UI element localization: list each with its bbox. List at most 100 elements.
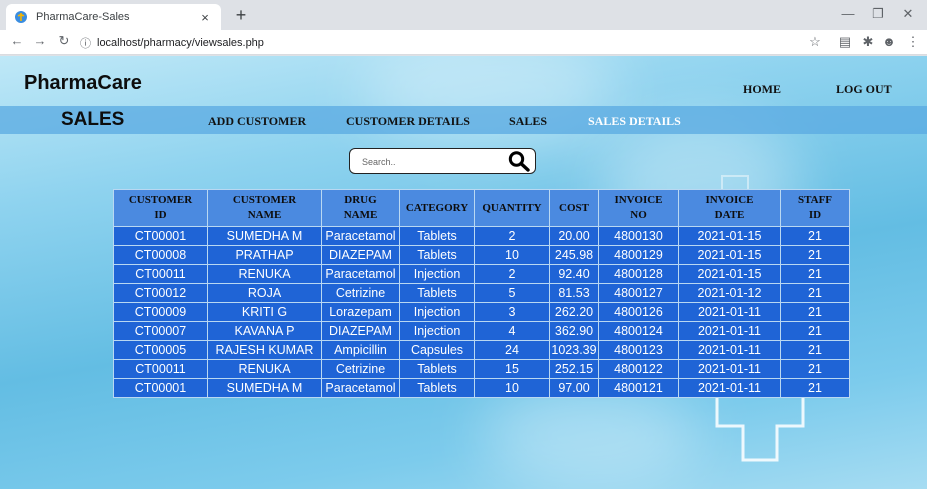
invoice-no-cell: 4800130	[598, 226, 679, 246]
invoice-date-cell: 2021-01-11	[678, 302, 781, 322]
puzzle-icon[interactable]: ✱	[859, 34, 877, 50]
table-row: CT00005 RAJESH KUMAR Ampicillin Capsules 24 1…	[113, 340, 850, 360]
background-glow	[480, 386, 700, 486]
customer-name-cell: KRITI G	[207, 302, 322, 322]
invoice-date-cell: 2021-01-11	[678, 340, 781, 360]
table-header-row: CUSTOMER ID CUSTOMER NAME DRUG NAME CATEGOR…	[113, 189, 850, 227]
search-button[interactable]	[507, 150, 531, 172]
customer-id-cell: CT00001	[113, 378, 208, 398]
browser-tab[interactable]: PharmaCare-Sales ×	[6, 4, 221, 30]
invoice-date-cell: 2021-01-15	[678, 226, 781, 246]
pharmacy-favicon-icon	[14, 10, 28, 24]
customer-id-cell: CT00001	[113, 226, 208, 246]
new-tab-button[interactable]: +	[229, 4, 253, 26]
info-icon[interactable]: ⓘ	[80, 35, 91, 51]
page-content: PharmaCare HOME LOG OUT SALES ADD CUSTOM…	[0, 56, 927, 489]
drug-name-cell: Cetrizine	[321, 283, 400, 303]
url-text[interactable]: localhost/pharmacy/viewsales.php	[97, 37, 264, 49]
quantity-cell: 2	[474, 226, 550, 246]
invoice-date-cell: 2021-01-15	[678, 264, 781, 284]
staff-id-cell: 21	[780, 378, 850, 398]
customer-id-cell: CT00011	[113, 264, 208, 284]
tab-close-icon[interactable]: ×	[197, 10, 213, 25]
bookmark-star-icon[interactable]: ☆	[806, 34, 824, 50]
invoice-date-cell: 2021-01-12	[678, 283, 781, 303]
table-body: CT00001 SUMEDHA M Paracetamol Tablets 2 20.00…	[113, 226, 850, 398]
address-bar: ← → ↻ ⓘ localhost/pharmacy/viewsales.php…	[0, 30, 927, 55]
menu-customer-details[interactable]: CUSTOMER DETAILS	[346, 114, 470, 129]
home-link[interactable]: HOME	[743, 82, 781, 97]
invoice-date-cell: 2021-01-11	[678, 321, 781, 341]
column-header: STAFF ID	[780, 189, 850, 227]
drug-name-cell: Paracetamol	[321, 264, 400, 284]
customer-name-cell: SUMEDHA M	[207, 378, 322, 398]
quantity-cell: 10	[474, 245, 550, 265]
drug-name-cell: Paracetamol	[321, 226, 400, 246]
invoice-no-cell: 4800127	[598, 283, 679, 303]
staff-id-cell: 21	[780, 321, 850, 341]
menu-dots-icon[interactable]: ⋮	[904, 34, 922, 50]
drug-name-cell: Paracetamol	[321, 378, 400, 398]
category-cell: Capsules	[399, 340, 475, 360]
quantity-cell: 4	[474, 321, 550, 341]
search-box	[349, 148, 536, 174]
url-field[interactable]: ⓘ localhost/pharmacy/viewsales.php	[80, 33, 800, 52]
menu-sales[interactable]: SALES	[509, 114, 547, 129]
invoice-no-cell: 4800124	[598, 321, 679, 341]
logout-link[interactable]: LOG OUT	[836, 82, 892, 97]
back-arrow-icon[interactable]: ←	[8, 33, 26, 48]
column-header: INVOICE DATE	[678, 189, 781, 227]
drug-name-cell: DIAZEPAM	[321, 245, 400, 265]
table-row: CT00008 PRATHAP DIAZEPAM Tablets 10 245.98 480…	[113, 245, 850, 265]
customer-id-cell: CT00005	[113, 340, 208, 360]
sales-table: CUSTOMER ID CUSTOMER NAME DRUG NAME CATEGOR…	[113, 189, 850, 398]
table-row: CT00011 RENUKA Cetrizine Tablets 15 252.15 480…	[113, 359, 850, 379]
drug-name-cell: Lorazepam	[321, 302, 400, 322]
forward-arrow-icon[interactable]: →	[31, 33, 49, 48]
column-header: DRUG NAME	[321, 189, 400, 227]
column-header: CUSTOMER NAME	[207, 189, 322, 227]
table-row: CT00001 SUMEDHA M Paracetamol Tablets 2 20.00…	[113, 226, 850, 246]
cost-cell: 362.90	[549, 321, 599, 341]
browser-tab-strip: PharmaCare-Sales × + — ❐ ✕	[0, 0, 927, 30]
reload-icon[interactable]: ↻	[55, 33, 73, 49]
close-window-icon[interactable]: ✕	[893, 6, 923, 22]
profile-icon[interactable]: ☻	[880, 34, 898, 49]
customer-name-cell: RAJESH KUMAR	[207, 340, 322, 360]
staff-id-cell: 21	[780, 226, 850, 246]
invoice-date-cell: 2021-01-11	[678, 378, 781, 398]
minimize-icon[interactable]: —	[833, 6, 863, 21]
column-header: QUANTITY	[474, 189, 550, 227]
extension-icon[interactable]: ▤	[836, 34, 854, 50]
staff-id-cell: 21	[780, 264, 850, 284]
restore-icon[interactable]: ❐	[863, 6, 893, 22]
cost-cell: 20.00	[549, 226, 599, 246]
cost-cell: 92.40	[549, 264, 599, 284]
search-input[interactable]	[362, 155, 502, 169]
category-cell: Tablets	[399, 245, 475, 265]
tab-title: PharmaCare-Sales	[36, 11, 130, 23]
category-cell: Tablets	[399, 226, 475, 246]
cost-cell: 97.00	[549, 378, 599, 398]
cost-cell: 81.53	[549, 283, 599, 303]
invoice-date-cell: 2021-01-11	[678, 359, 781, 379]
invoice-date-cell: 2021-01-15	[678, 245, 781, 265]
table-row: CT00009 KRITI G Lorazepam Injection 3 262.20 4…	[113, 302, 850, 322]
customer-id-cell: CT00012	[113, 283, 208, 303]
menu-sales-details[interactable]: SALES DETAILS	[588, 114, 681, 129]
customer-name-cell: PRATHAP	[207, 245, 322, 265]
menu-add-customer[interactable]: ADD CUSTOMER	[208, 114, 306, 129]
customer-name-cell: RENUKA	[207, 264, 322, 284]
category-cell: Injection	[399, 302, 475, 322]
invoice-no-cell: 4800121	[598, 378, 679, 398]
cost-cell: 1023.39	[549, 340, 599, 360]
column-header: CATEGORY	[399, 189, 475, 227]
brand-logo[interactable]: PharmaCare	[24, 72, 142, 95]
column-header: INVOICE NO	[598, 189, 679, 227]
category-cell: Injection	[399, 264, 475, 284]
staff-id-cell: 21	[780, 245, 850, 265]
customer-id-cell: CT00009	[113, 302, 208, 322]
category-cell: Tablets	[399, 378, 475, 398]
quantity-cell: 10	[474, 378, 550, 398]
cost-cell: 252.15	[549, 359, 599, 379]
